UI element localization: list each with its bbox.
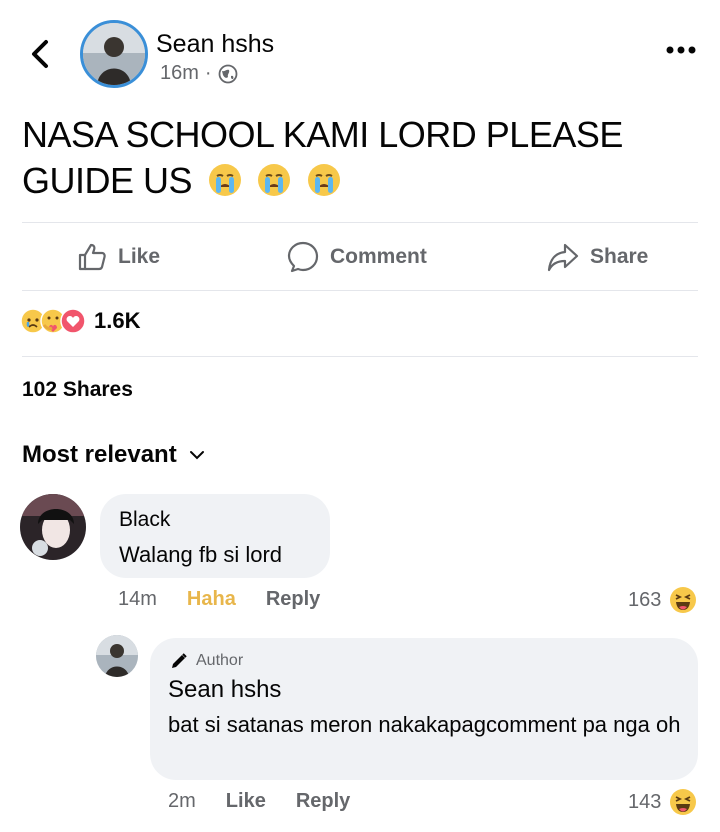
reply-author-name[interactable]: Sean hshs [168,676,281,704]
post-time: 16m [160,62,199,84]
haha-reaction-button[interactable]: Haha [187,588,236,611]
comment-label: Comment [330,245,427,268]
globe-icon [218,64,237,83]
haha-react-icon [670,789,697,815]
comment-text: Walang fb si lord [119,542,283,567]
reactions-summary[interactable]: 1.6K [20,308,140,334]
reply-bubble[interactable]: Author Sean hshs bat si satanas meron na… [150,638,698,780]
share-label: Share [590,245,649,268]
sort-dropdown[interactable]: Most relevant [22,441,205,469]
thumbs-up-icon [78,243,106,271]
ellipsis-icon [666,46,696,54]
reply-actions: 2m Like Reply [168,790,380,813]
reply-text: bat si satanas meron nakakapagcomment pa… [168,712,681,737]
comment-actions: 14m Haha Reply [118,588,350,611]
commenter-name[interactable]: Black [119,508,170,532]
chevron-left-icon [32,40,48,68]
comment-button[interactable]: Comment [286,235,427,279]
crying-face-emoji [258,164,291,196]
share-count[interactable]: 102 Shares [22,378,133,402]
comment-time: 14m [118,588,157,610]
chevron-down-icon [189,451,204,460]
reply-reaction-number: 143 [628,790,662,813]
post-meta: 16m · [160,62,238,85]
comment-reaction-number: 163 [628,588,662,611]
share-button[interactable]: Share [546,235,648,279]
reaction-count: 1.6K [94,308,141,333]
comment-bubble[interactable]: Black Walang fb si lord [100,494,330,578]
author-avatar[interactable] [80,20,148,88]
reply-button[interactable]: Reply [296,790,350,813]
crying-face-emoji [208,164,241,196]
crying-face-emoji [307,164,340,196]
pencil-icon [172,653,187,668]
post-text: NASA SCHOOL KAMI LORD PLEASE GUIDE US [22,112,702,204]
author-badge: Author [170,652,243,670]
like-button[interactable]: Like [76,235,160,279]
reply-time: 2m [168,790,196,812]
sort-label: Most relevant [22,441,177,468]
more-options-button[interactable] [664,40,698,60]
love-react-icon [60,308,86,334]
post-author-name[interactable]: Sean hshs [156,30,274,59]
haha-react-icon [670,587,697,613]
like-label: Like [118,245,161,268]
reply-author-avatar[interactable] [96,635,138,677]
comment-reaction-count[interactable]: 163 [628,586,697,614]
meta-separator: · [204,62,212,84]
divider [22,222,698,223]
reply-reaction-count[interactable]: 143 [628,788,697,816]
share-arrow-icon [547,243,579,272]
author-badge-label: Author [196,652,244,669]
back-button[interactable] [22,34,62,74]
commenter-avatar[interactable] [20,494,86,560]
like-comment-button[interactable]: Like [226,790,266,813]
divider [22,290,698,291]
comment-bubble-icon [287,241,319,273]
reply-button[interactable]: Reply [266,588,320,611]
divider [22,356,698,357]
